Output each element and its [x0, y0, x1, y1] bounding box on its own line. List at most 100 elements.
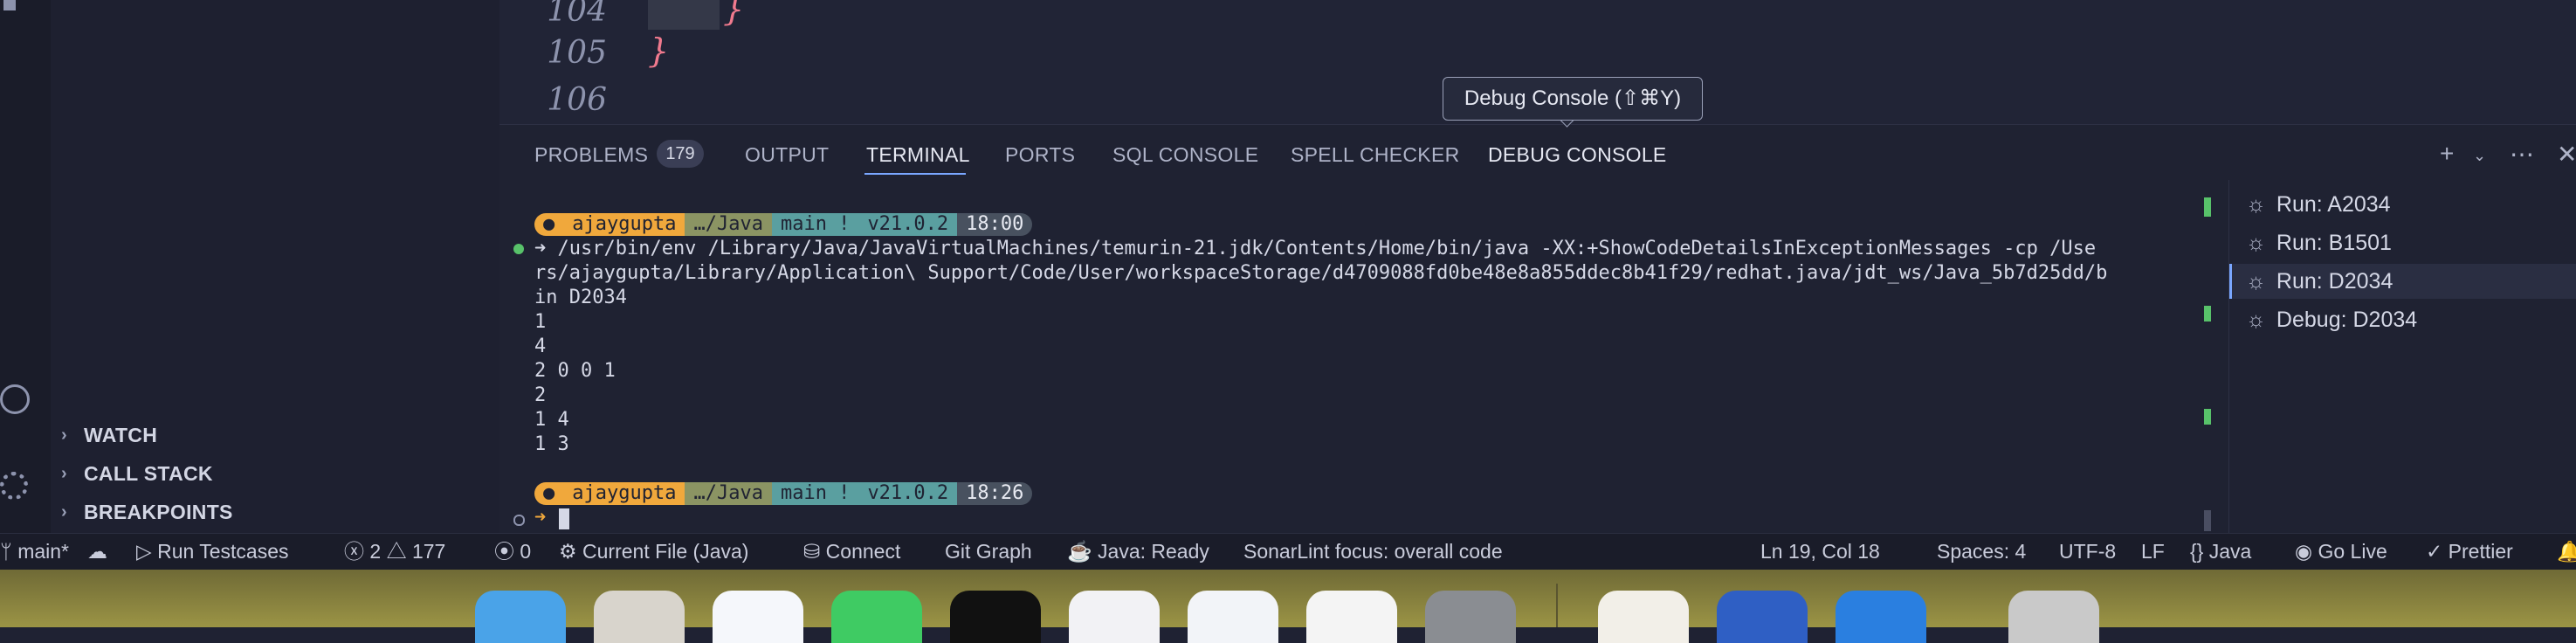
section-call-stack[interactable]: › CALL STACK — [61, 458, 213, 489]
vscode-icon[interactable] — [1188, 591, 1278, 643]
section-watch[interactable]: › WATCH — [61, 419, 157, 451]
problems-count-badge: 179 — [657, 140, 704, 168]
terminal-output-line: 2 0 0 1 — [534, 360, 616, 382]
terminal-item[interactable]: ☼ Run: A2034 — [2246, 187, 2391, 222]
more-actions-icon[interactable]: ⋯ — [2510, 140, 2534, 169]
prompt-dir: …/Java — [685, 213, 772, 236]
current-file-label: Current File (Java) — [582, 540, 749, 563]
trash-icon[interactable] — [2008, 591, 2099, 643]
gear-icon[interactable] — [0, 472, 28, 500]
terminal-item-label: Run: D2034 — [2276, 268, 2393, 294]
chrome-icon[interactable] — [1306, 591, 1397, 643]
tab-problems[interactable]: PROBLEMS — [534, 143, 648, 167]
warning-icon: △ — [381, 540, 412, 563]
database-icon: ⛁ — [803, 540, 826, 563]
terminal-item[interactable]: ☼ Debug: D2034 — [2246, 302, 2417, 337]
terminal-command-line: ➜ /usr/bin/env /Library/Java/JavaVirtual… — [534, 238, 2097, 259]
sync-icon[interactable]: ☁ — [87, 533, 107, 570]
status-connect[interactable]: ⛁ Connect — [803, 533, 900, 570]
active-tab-indicator — [864, 173, 966, 175]
launchpad-icon[interactable] — [594, 591, 685, 643]
status-branch[interactable]: ᛘ main* — [0, 533, 69, 570]
status-run-testcases[interactable]: ▷ Run Testcases — [136, 533, 289, 570]
tab-spell-checker[interactable]: SPELL CHECKER — [1291, 143, 1460, 167]
status-sonarlint[interactable]: SonarLint focus: overall code — [1243, 533, 1503, 570]
terminal-output-line: 1 4 — [534, 409, 569, 431]
section-label: BREAKPOINTS — [84, 500, 233, 523]
docker-icon[interactable] — [1836, 591, 1926, 643]
ports-count: 0 — [520, 540, 532, 563]
status-current-file[interactable]: ⚙ Current File (Java) — [559, 533, 748, 570]
notifications-icon[interactable]: 🔔 — [2557, 533, 2576, 570]
apple-icon: ● — [534, 482, 564, 505]
screen-app-icon[interactable] — [1717, 591, 1808, 643]
line-number: 105 — [547, 35, 607, 71]
system-settings-icon[interactable] — [1425, 591, 1516, 643]
chevron-right-icon: › — [61, 501, 67, 522]
tab-debug-console[interactable]: DEBUG CONSOLE — [1488, 143, 1667, 167]
prompt-node: v21.0.2 — [858, 482, 958, 505]
status-ports[interactable]: ⦿ 0 — [494, 533, 531, 570]
accounts-icon[interactable] — [0, 384, 30, 414]
line-number: 104 — [547, 0, 607, 29]
terminal-scrollbar[interactable] — [2204, 510, 2211, 531]
terminal-item[interactable]: ☼ Run: D2034 — [2246, 264, 2393, 299]
bug-icon: ☼ — [2246, 268, 2266, 294]
tab-terminal[interactable]: TERMINAL — [866, 143, 970, 167]
scrollbar-marker — [2204, 409, 2211, 425]
terminal-cursor[interactable] — [559, 508, 569, 529]
status-language[interactable]: {} Java — [2190, 533, 2251, 570]
status-encoding[interactable]: UTF-8 — [2059, 533, 2116, 570]
whatsapp-icon[interactable] — [831, 591, 922, 643]
terminal-output-line: 4 — [534, 335, 547, 357]
notion-icon[interactable] — [950, 591, 1041, 643]
prompt-time: 18:00 — [957, 213, 1033, 236]
close-icon[interactable]: ✕ — [2557, 140, 2576, 169]
section-label: WATCH — [84, 423, 158, 446]
status-prettier[interactable]: ✓ Prettier — [2426, 533, 2513, 570]
rocket-app-icon[interactable] — [1069, 591, 1160, 643]
section-label: CALL STACK — [84, 461, 213, 485]
status-git-graph[interactable]: Git Graph — [945, 533, 1032, 570]
branch-icon: ᛘ — [0, 540, 18, 563]
broadcast-icon: ◉ — [2295, 540, 2318, 563]
warning-count: 177 — [411, 540, 446, 563]
prompt-dir: …/Java — [685, 482, 772, 505]
finder-icon[interactable] — [475, 591, 566, 643]
status-eol[interactable]: LF — [2141, 533, 2165, 570]
safari-icon[interactable] — [713, 591, 803, 643]
terminal-item[interactable]: ☼ Run: B1501 — [2246, 225, 2392, 260]
chevron-right-icon: › — [61, 463, 67, 483]
braces-icon: {} — [2190, 540, 2209, 563]
tab-output[interactable]: OUTPUT — [745, 143, 829, 167]
connect-label: Connect — [825, 540, 901, 563]
prompt-user: ajaygupta — [563, 482, 685, 505]
status-position[interactable]: Ln 19, Col 18 — [1760, 533, 1880, 570]
new-terminal-icon[interactable]: + — [2440, 140, 2454, 168]
error-count: 2 — [369, 540, 382, 563]
terminal-item-label: Run: B1501 — [2276, 230, 2392, 255]
prettier-label: Prettier — [2448, 540, 2513, 563]
status-java[interactable]: ☕ Java: Ready — [1067, 533, 1209, 570]
section-breakpoints[interactable]: › BREAKPOINTS — [61, 496, 233, 528]
extensions-icon[interactable] — [3, 0, 16, 10]
broadcast-icon: ⦿ — [494, 540, 520, 563]
chevron-down-icon[interactable]: ⌄ — [2473, 147, 2486, 165]
terminal-command-line: in D2034 — [534, 287, 627, 308]
status-go-live[interactable]: ◉ Go Live — [2295, 533, 2387, 570]
scrollbar-marker — [2204, 197, 2211, 217]
error-icon: ⓧ — [344, 540, 370, 563]
status-spaces[interactable]: Spaces: 4 — [1937, 533, 2026, 570]
terminal-output-line: 2 — [534, 384, 547, 406]
language-label: Java — [2208, 540, 2252, 563]
terminal-item-label: Debug: D2034 — [2276, 307, 2418, 332]
prompt-time: 18:26 — [957, 482, 1033, 505]
java-ready-label: Java: Ready — [1098, 540, 1209, 563]
status-problems[interactable]: ⓧ 2 △ 177 — [344, 533, 445, 570]
tab-ports[interactable]: PORTS — [1005, 143, 1075, 167]
prompt-node: v21.0.2 — [858, 213, 958, 236]
success-dot-icon — [513, 244, 524, 254]
cat-app-icon[interactable] — [1598, 591, 1689, 643]
go-live-label: Go Live — [2318, 540, 2387, 563]
tab-sql-console[interactable]: SQL CONSOLE — [1112, 143, 1258, 167]
